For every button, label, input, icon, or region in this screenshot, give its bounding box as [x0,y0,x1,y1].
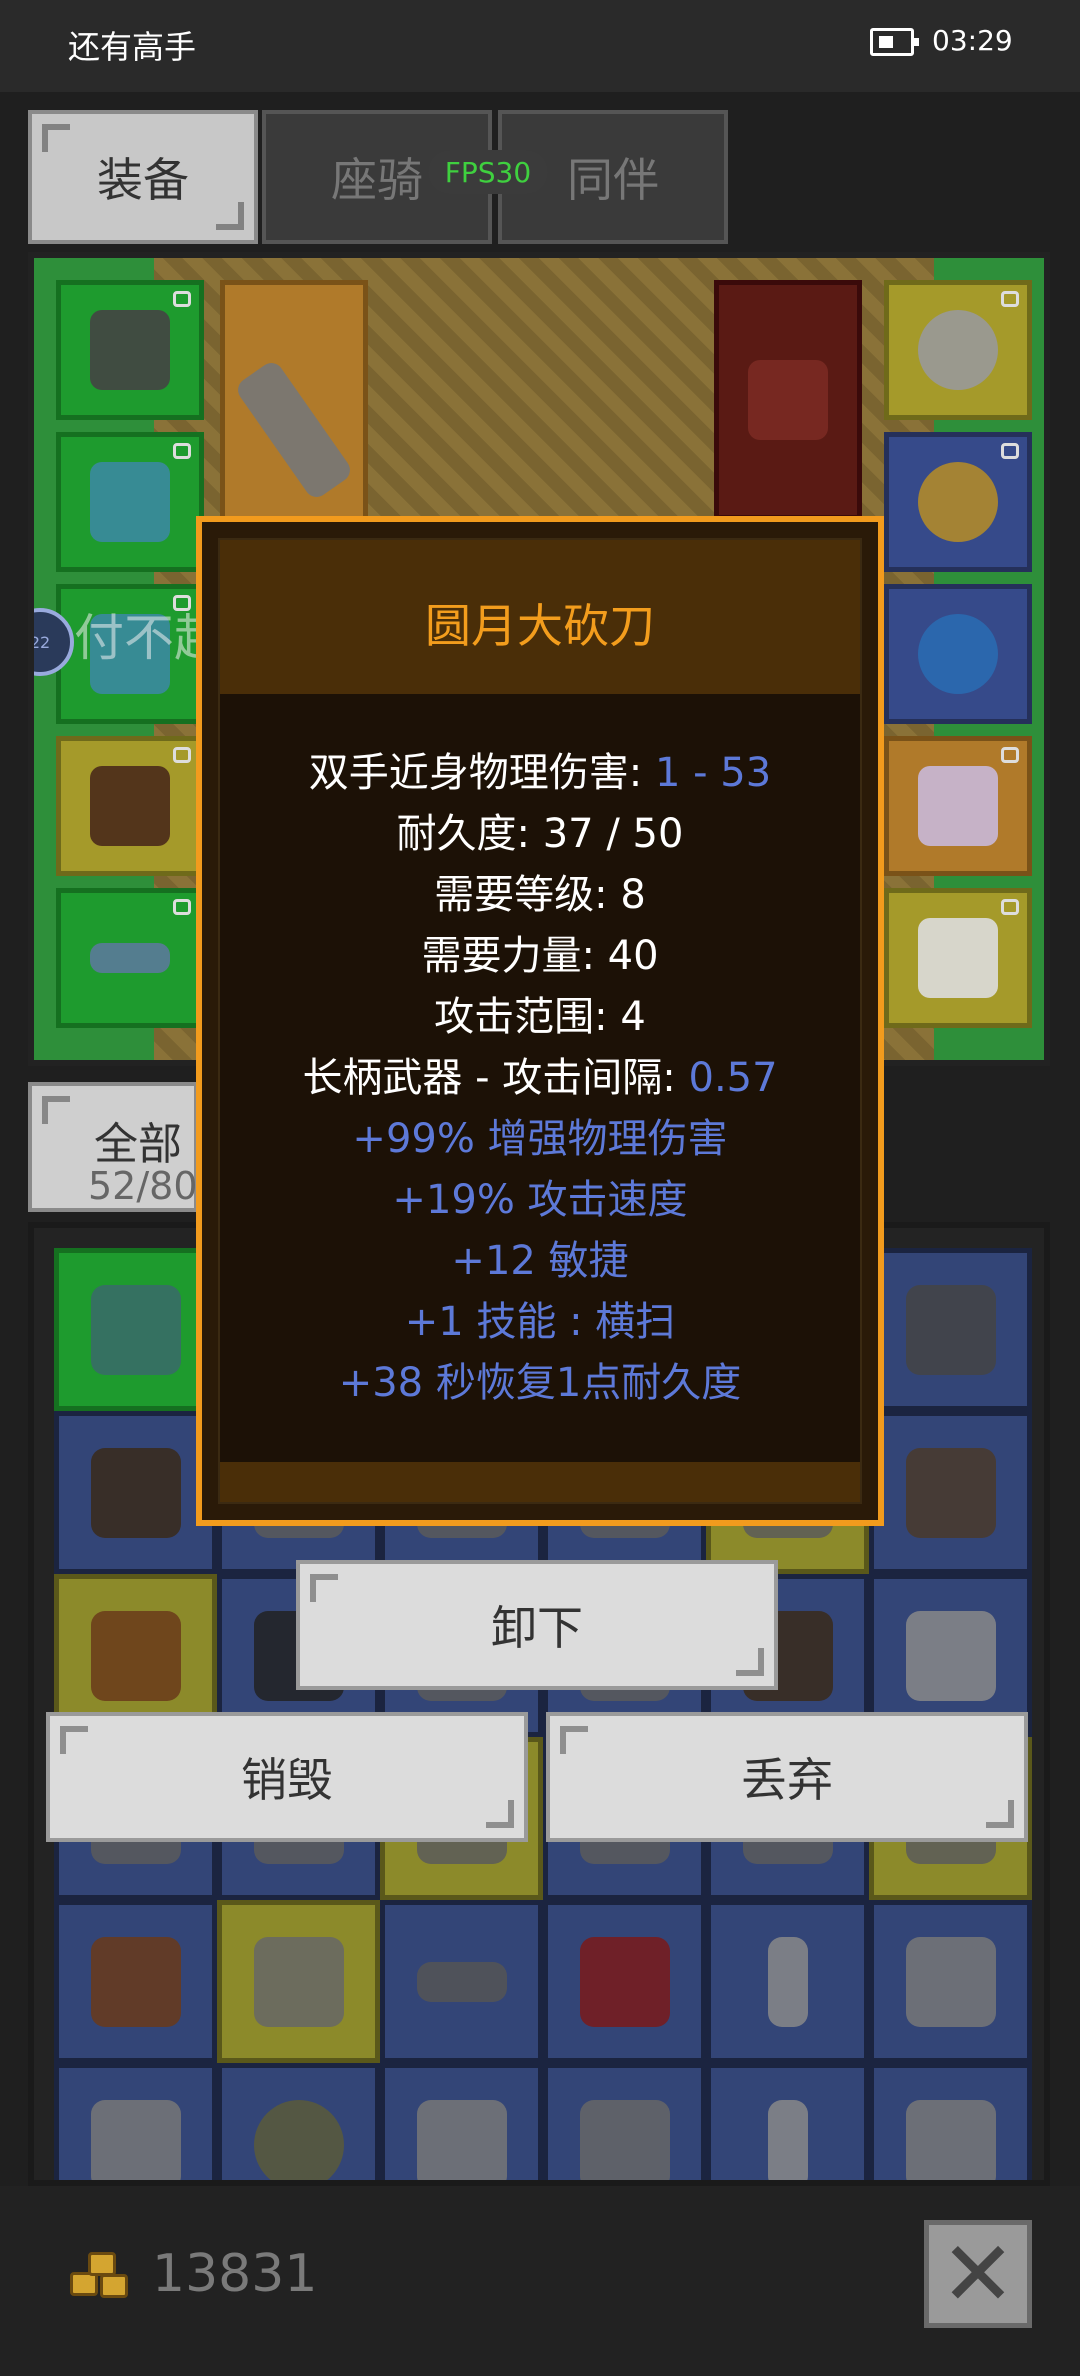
unequip-label: 卸下 [491,1601,583,1655]
lock-icon [173,899,191,915]
amulet-icon [918,310,998,390]
inventory-slot[interactable] [706,2063,869,2180]
bonus-stat: +99% 增强物理伤害 [352,1116,728,1162]
battery-icon [870,28,919,56]
stat-required-level: 需要等级: 8 [434,872,646,918]
lock-icon [1001,747,1019,763]
stat-durability: 耐久度: 37 / 50 [396,811,684,857]
axe-icon [905,1936,996,2027]
status-time: 03:29 [932,24,1013,57]
bow-icon [90,1936,181,2027]
inventory-slot[interactable] [869,1900,1032,2063]
belt-icon [90,943,170,973]
lock-icon [173,747,191,763]
inventory-slot[interactable] [54,1900,217,2063]
equip-slot-pet[interactable] [884,736,1032,876]
inventory-slot[interactable] [54,1411,217,1574]
inventory-slot[interactable] [380,1900,543,2063]
inventory-slot[interactable] [543,1900,706,2063]
inventory-slot[interactable] [869,1248,1032,1411]
inventory-slot[interactable] [217,1900,380,2063]
status-bar: 还有高手 03:29 [0,0,1080,92]
fps-indicator: FPS30 [428,150,548,194]
tab-mount-label: 座骑 [331,153,423,207]
inventory-slot[interactable] [869,1411,1032,1574]
bonus-stat: +1 技能 : 横扫 [404,1299,676,1345]
equip-slot-armor[interactable] [56,432,204,572]
inventory-slot[interactable] [869,2063,1032,2180]
pet-icon [918,766,998,846]
ring-icon [918,614,998,694]
gloves-icon [90,1447,181,1538]
boots-icon [90,766,170,846]
tab-equipment[interactable]: 装备 [28,110,258,244]
mount-icon [918,918,998,998]
bag-filter-all[interactable]: 全部 52/80 [28,1082,198,1212]
lock-icon [1001,291,1019,307]
lock-icon [173,291,191,307]
inventory-slot[interactable] [217,2063,380,2180]
bag-capacity: 52/80 [88,1164,198,1208]
shield-icon [253,2099,344,2180]
dagger-icon [767,1936,808,2027]
spear-icon [253,1936,344,2027]
armor-icon [90,462,170,542]
stat-attack-range: 攻击范围: 4 [434,994,646,1040]
pickaxe-icon [905,1284,996,1375]
equip-slot-ring-2[interactable] [884,584,1032,724]
boots-icon [905,1447,996,1538]
equip-slot-belt[interactable] [56,888,204,1028]
discard-label: 丢弃 [741,1753,833,1807]
inventory-slot[interactable] [706,1900,869,2063]
item-name: 圆月大砍刀 [425,599,655,653]
equip-slot-helmet[interactable] [56,280,204,420]
item-tooltip: 圆月大砍刀 双手近身物理伤害: 1 - 53 耐久度: 37 / 50 需要等级… [196,516,884,1526]
tab-equipment-label: 装备 [97,153,189,207]
stat-required-strength: 需要力量: 40 [421,933,659,979]
shield-icon [748,360,828,440]
lock-icon [173,443,191,459]
bonus-stat: +12 敏捷 [451,1238,629,1284]
helmet-icon [90,310,170,390]
pickaxe-icon [579,2099,670,2180]
helmet-icon [579,1936,670,2027]
bag-filter-label: 全部 [94,1119,182,1170]
weapon-icon [233,358,355,502]
bow-icon [90,1284,181,1375]
unequip-button[interactable]: 卸下 [296,1560,778,1690]
close-icon: ✕ [940,2221,1016,2327]
stat-attack-interval: 长柄武器 - 攻击间隔: 0.57 [302,1055,778,1101]
dagger-icon [767,2099,808,2180]
lock-icon [1001,899,1019,915]
axe-icon [90,2099,181,2180]
belt-icon [416,1961,507,2002]
inventory-slot[interactable] [380,2063,543,2180]
bonus-stat: +19% 攻击速度 [392,1177,688,1223]
gold-coin-icon [70,2252,130,2298]
inventory-slot[interactable] [543,2063,706,2180]
equip-slot-ring-1[interactable] [884,432,1032,572]
axe-icon [416,2099,507,2180]
destroy-label: 销毁 [241,1753,333,1807]
inventory-slot[interactable] [54,1248,217,1411]
axe-icon [905,2099,996,2180]
bow-icon [90,1610,181,1701]
stat-damage: 双手近身物理伤害: 1 - 53 [308,750,772,796]
inventory-slot[interactable] [54,2063,217,2180]
destroy-button[interactable]: 销毁 [46,1712,528,1842]
bonus-stat: +38 秒恢复1点耐久度 [338,1360,742,1406]
equip-slot-amulet[interactable] [884,280,1032,420]
equip-slot-offhand[interactable] [714,280,862,520]
equip-slot-mount[interactable] [884,888,1032,1028]
tab-companion-label: 同伴 [567,153,659,207]
gold-amount: 13831 [152,2244,318,2304]
discard-button[interactable]: 丢弃 [546,1712,1028,1842]
app-title: 还有高手 [68,28,197,66]
equip-slot-boots[interactable] [56,736,204,876]
lock-icon [1001,443,1019,459]
sword-icon [905,1610,996,1701]
ring-icon [918,462,998,542]
close-button[interactable]: ✕ [924,2220,1032,2328]
